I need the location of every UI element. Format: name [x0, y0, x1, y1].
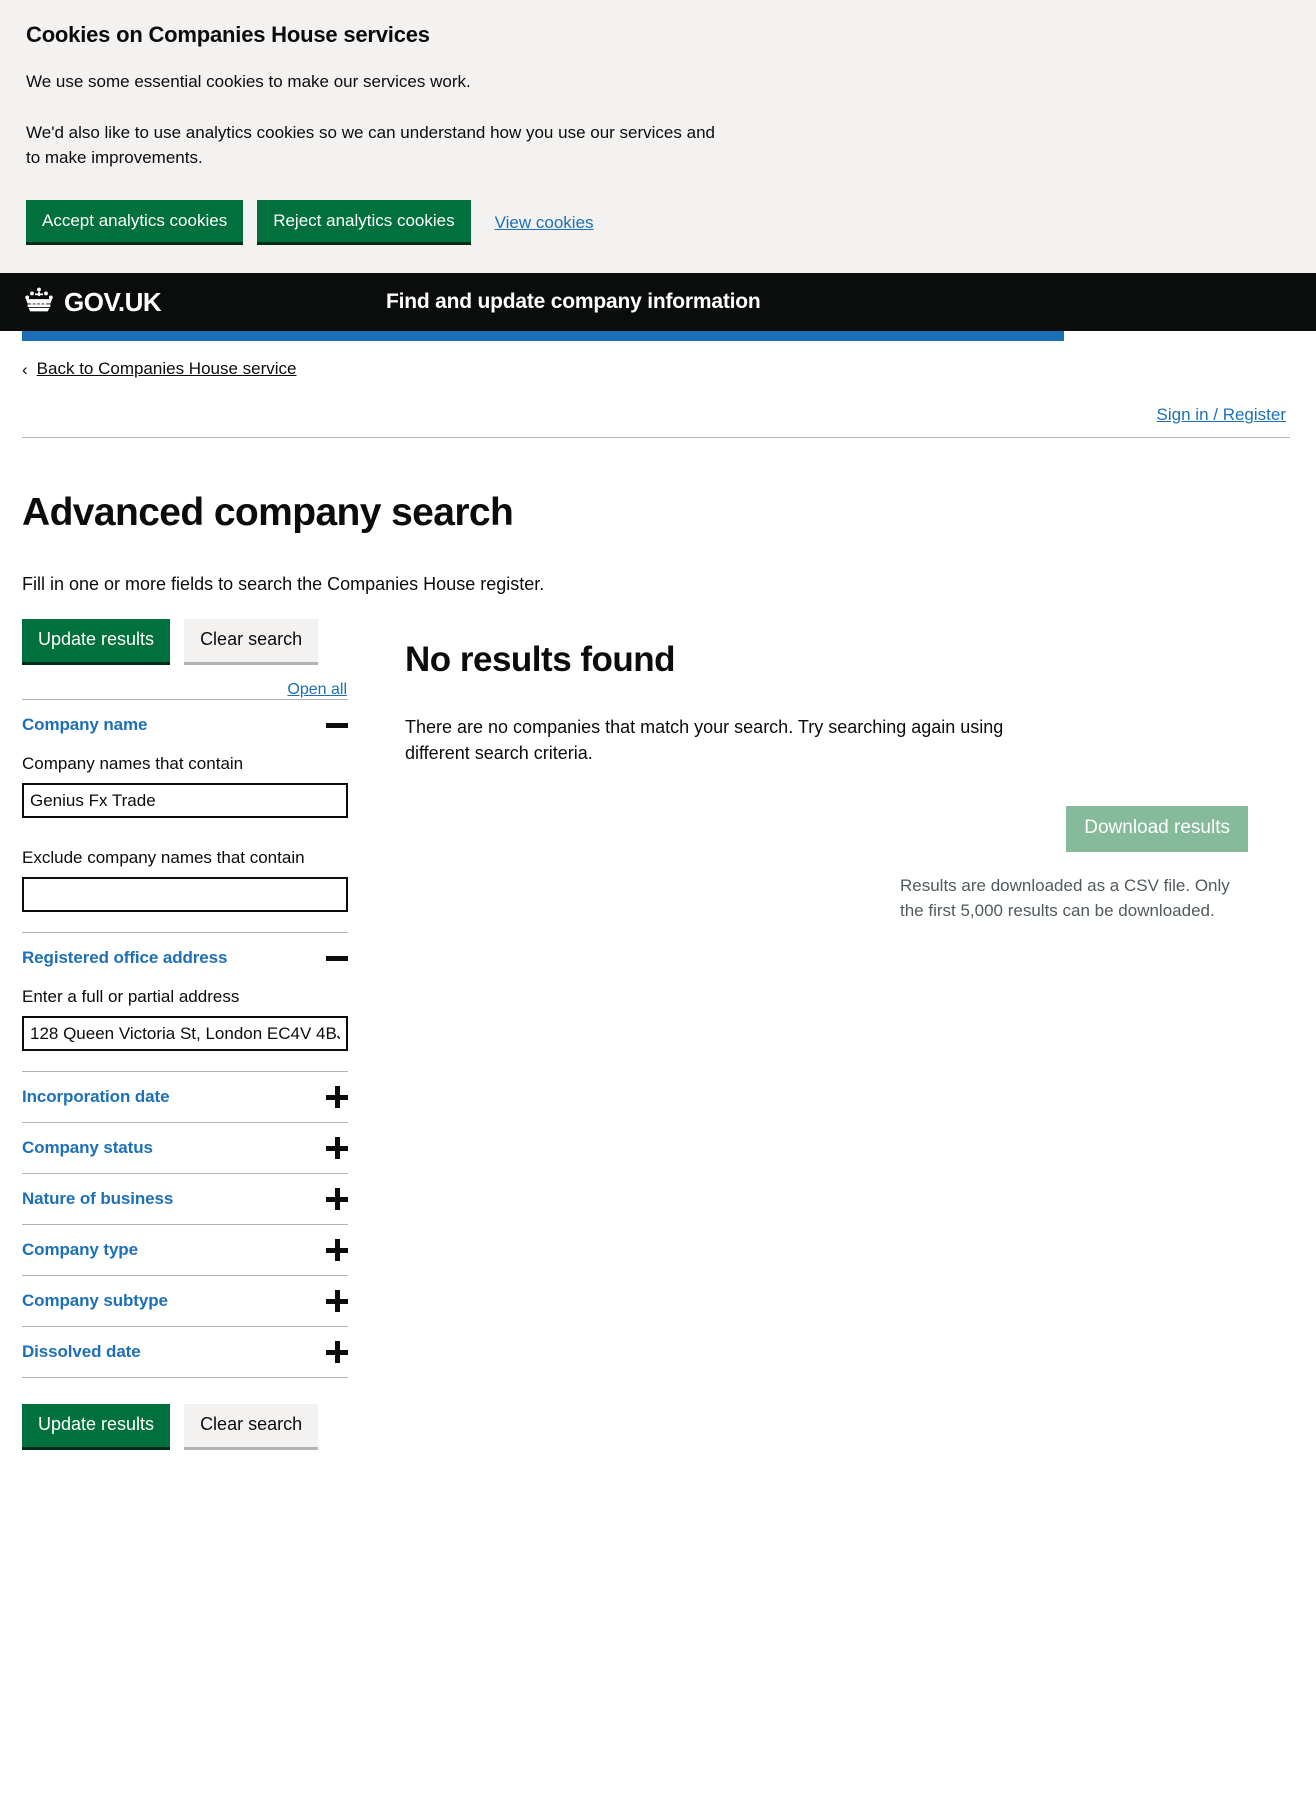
open-all-row: Open all: [22, 681, 348, 699]
view-cookies-link[interactable]: View cookies: [495, 213, 594, 233]
service-name[interactable]: Find and update company information: [386, 290, 761, 314]
filter-section-body: Company names that contain Exclude compan…: [22, 754, 348, 932]
filter-section-company-type: Company type: [22, 1225, 348, 1277]
filter-section-title: Incorporation date: [22, 1087, 170, 1107]
filter-section-title: Company status: [22, 1138, 153, 1158]
clear-search-button-top[interactable]: Clear search: [184, 619, 319, 666]
page-wrap: ‹ Back to Companies House service Sign i…: [0, 359, 1316, 1490]
download-note: Results are downloaded as a CSV file. On…: [900, 875, 1230, 920]
filter-section-registered-office-address: Registered office address Enter a full or…: [22, 933, 348, 1073]
filter-section-title: Company type: [22, 1240, 138, 1260]
filter-section-company-subtype: Company subtype: [22, 1276, 348, 1328]
filter-text-input[interactable]: [22, 877, 348, 913]
download-results-button[interactable]: Download results: [1066, 805, 1248, 852]
filter-actions-top: Update results Clear search: [22, 619, 348, 666]
plus-icon[interactable]: [326, 1086, 348, 1109]
back-link[interactable]: ‹ Back to Companies House service: [22, 359, 1290, 379]
minus-icon[interactable]: [326, 947, 348, 969]
sign-in-row: Sign in / Register: [22, 405, 1290, 425]
filter-section-header[interactable]: Company subtype: [22, 1276, 348, 1326]
filter-section-header[interactable]: Company status: [22, 1123, 348, 1173]
header-accent-bar: [22, 331, 1064, 342]
cookie-banner-title: Cookies on Companies House services: [26, 22, 430, 47]
filter-section-company-name: Company name Company names that contain Ex…: [22, 700, 348, 934]
plus-icon[interactable]: [326, 1137, 348, 1160]
update-results-button-bottom[interactable]: Update results: [22, 1404, 171, 1450]
filter-section-header[interactable]: Incorporation date: [22, 1072, 348, 1122]
field-spacer: [22, 818, 348, 844]
filter-section-header[interactable]: Company type: [22, 1225, 348, 1275]
filter-section-header[interactable]: Nature of business: [22, 1174, 348, 1224]
back-link-label[interactable]: Back to Companies House service: [37, 359, 297, 379]
govuk-header: GOV.UK Find and update company informati…: [0, 273, 1316, 332]
filter-section-company-status: Company status: [22, 1123, 348, 1175]
content-columns: Update results Clear search Open all Com…: [22, 619, 1290, 1490]
cookie-banner: Cookies on Companies House services We u…: [0, 0, 1316, 274]
filter-section-incorporation-date: Incorporation date: [22, 1072, 348, 1124]
govuk-logotype: GOV.UK: [64, 287, 162, 318]
cookie-banner-actions: Accept analytics cookies Reject analytic…: [26, 200, 1290, 246]
filter-actions-bottom: Update results Clear search: [22, 1404, 348, 1450]
plus-icon[interactable]: [326, 1290, 348, 1313]
filter-text-input[interactable]: [22, 1016, 348, 1052]
filter-section-header[interactable]: Registered office address: [22, 933, 348, 983]
cookie-banner-paragraph-1: We use some essential cookies to make ou…: [26, 72, 471, 92]
open-all-link[interactable]: Open all: [287, 681, 347, 699]
crown-icon: [22, 286, 56, 319]
page-title: Advanced company search: [22, 491, 514, 535]
download-section: Download results Results are downloaded …: [405, 805, 1290, 923]
chevron-left-icon: ‹: [22, 359, 28, 379]
filter-section-header[interactable]: Dissolved date: [22, 1327, 348, 1377]
header-divider: [22, 437, 1290, 439]
filter-section-dissolved-date: Dissolved date: [22, 1327, 348, 1379]
filter-section-header[interactable]: Company name: [22, 700, 348, 750]
filter-section-title: Nature of business: [22, 1189, 174, 1209]
filters-accordion: Company name Company names that contain Ex…: [22, 699, 348, 1379]
plus-icon[interactable]: [326, 1188, 348, 1211]
filter-section-title: Registered office address: [22, 948, 228, 968]
filter-section-title: Company subtype: [22, 1291, 168, 1311]
minus-icon[interactable]: [326, 714, 348, 736]
results-body-text: There are no companies that match your s…: [405, 716, 1004, 763]
plus-icon[interactable]: [326, 1239, 348, 1262]
sign-in-register-link[interactable]: Sign in / Register: [1157, 405, 1286, 425]
field-label: Enter a full or partial address: [22, 987, 240, 1007]
page-intro: Fill in one or more fields to search the…: [22, 574, 545, 595]
field-label: Exclude company names that contain: [22, 848, 305, 868]
filter-section-body: Enter a full or partial address: [22, 987, 348, 1071]
filter-section-nature-of-business: Nature of business: [22, 1174, 348, 1226]
filter-section-title: Company name: [22, 715, 148, 735]
plus-icon[interactable]: [326, 1341, 348, 1364]
govuk-brand[interactable]: GOV.UK: [22, 286, 162, 319]
reject-analytics-cookies-button[interactable]: Reject analytics cookies: [257, 200, 471, 246]
search-results-panel: No results found There are no companies …: [348, 619, 1290, 923]
filter-section-title: Dissolved date: [22, 1342, 141, 1362]
cookie-banner-paragraph-2: We'd also like to use analytics cookies …: [26, 123, 715, 167]
field-label: Company names that contain: [22, 754, 244, 774]
search-filters-panel: Update results Clear search Open all Com…: [22, 619, 348, 1490]
update-results-button-top[interactable]: Update results: [22, 619, 171, 666]
accept-analytics-cookies-button[interactable]: Accept analytics cookies: [26, 200, 244, 246]
clear-search-button-bottom[interactable]: Clear search: [184, 1404, 319, 1450]
results-heading: No results found: [405, 640, 676, 680]
filter-text-input[interactable]: [22, 783, 348, 819]
